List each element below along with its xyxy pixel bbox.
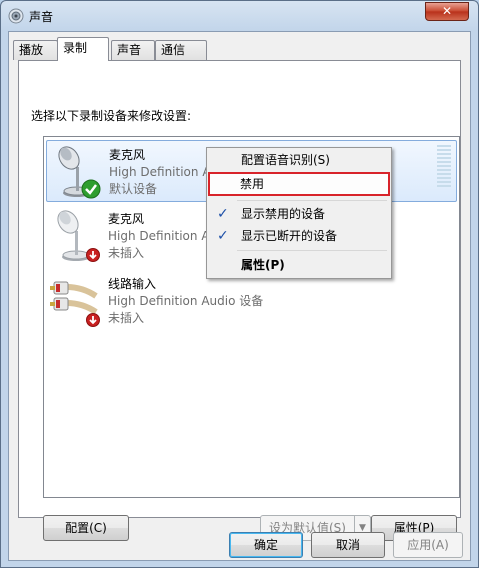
device-status: 默认设备 <box>109 182 158 196</box>
red-down-arrow-badge-icon <box>86 248 100 262</box>
instruction-text: 选择以下录制设备来修改设置: <box>31 109 192 123</box>
menu-item-label: 显示已断开的设备 <box>241 229 338 243</box>
menu-item-label: 显示禁用的设备 <box>241 207 326 221</box>
menu-separator <box>237 250 387 251</box>
menu-separator <box>237 200 387 201</box>
menu-item-show-disconnected-devices[interactable]: ✓ 显示已断开的设备 <box>209 225 389 247</box>
level-meter <box>437 145 451 189</box>
speaker-icon <box>8 8 24 24</box>
tab-recording[interactable]: 录制 <box>57 37 109 61</box>
ok-button[interactable]: 确定 <box>229 532 303 558</box>
close-button[interactable]: ✕ <box>425 2 469 21</box>
recording-tab-panel: 选择以下录制设备来修改设置: 麦克风 High Definition Audio… <box>18 60 461 541</box>
device-description: High Definition Audio 设备 <box>108 294 264 308</box>
window-title: 声音 <box>29 10 54 24</box>
configure-button[interactable]: 配置(C) <box>43 515 129 541</box>
tab-sounds[interactable]: 声音 <box>111 40 155 60</box>
menu-item-configure-speech-recognition[interactable]: 配置语音识别(S) <box>209 149 389 171</box>
device-item[interactable]: 线路输入 High Definition Audio 设备 未插入 <box>46 270 457 332</box>
cancel-button[interactable]: 取消 <box>311 532 385 558</box>
device-status: 未插入 <box>108 246 145 260</box>
menu-item-disable[interactable]: 禁用 <box>208 172 390 196</box>
tab-playback[interactable]: 播放 <box>13 40 58 60</box>
menu-item-show-disabled-devices[interactable]: ✓ 显示禁用的设备 <box>209 203 389 225</box>
sound-dialog-window: 声音 ✕ 播放 录制 声音 通信 选择以下录制设备来修改设置: 麦克风 High… <box>0 0 479 568</box>
device-name: 麦克风 <box>108 212 145 226</box>
checkmark-icon: ✓ <box>217 228 229 244</box>
menu-item-label: 属性(P) <box>241 258 285 272</box>
apply-button[interactable]: 应用(A) <box>393 532 463 558</box>
title-bar[interactable]: 声音 ✕ <box>1 1 478 29</box>
green-check-badge-icon <box>81 179 101 199</box>
context-menu: 配置语音识别(S) 禁用 ✓ 显示禁用的设备 ✓ 显示已断开的设备 属性(P) <box>206 147 392 279</box>
checkmark-icon: ✓ <box>217 206 229 222</box>
device-status: 未插入 <box>108 311 145 325</box>
red-down-arrow-badge-icon <box>86 313 100 327</box>
dialog-client-area: 播放 录制 声音 通信 选择以下录制设备来修改设置: 麦克风 High Defi… <box>8 31 471 561</box>
menu-item-label: 配置语音识别(S) <box>241 153 330 167</box>
device-name: 麦克风 <box>109 148 146 162</box>
tab-communications[interactable]: 通信 <box>155 40 207 60</box>
menu-item-properties[interactable]: 属性(P) <box>209 254 389 276</box>
device-name: 线路输入 <box>108 277 157 291</box>
menu-item-label: 禁用 <box>240 177 265 191</box>
